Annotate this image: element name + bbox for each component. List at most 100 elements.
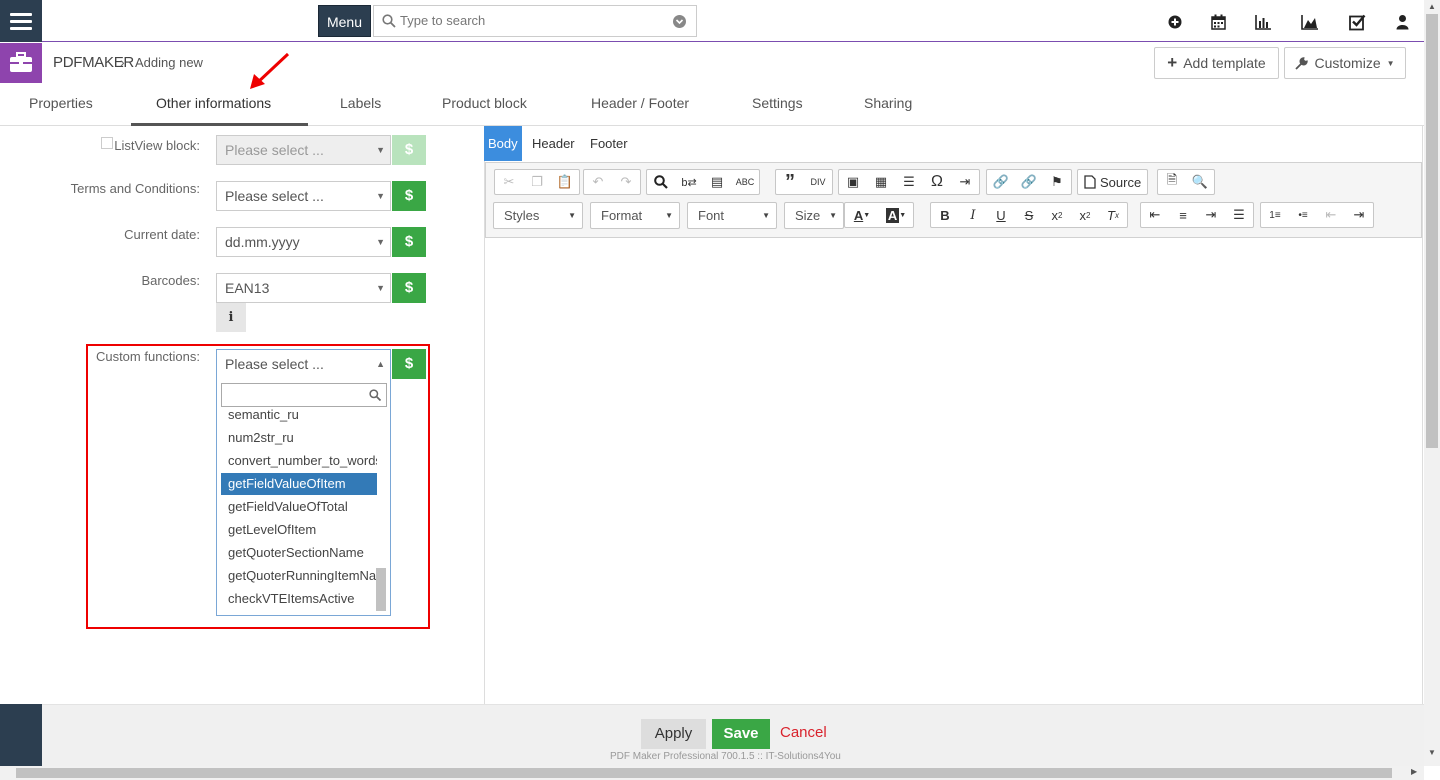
dropdown-option[interactable]: num2str_ru bbox=[221, 427, 377, 449]
dropdown-option[interactable]: getFieldValueOfTotal bbox=[221, 496, 377, 518]
checkbox-icon[interactable] bbox=[1349, 12, 1366, 32]
calendar-icon[interactable] bbox=[1211, 12, 1226, 32]
menu-button[interactable]: Menu bbox=[318, 5, 371, 37]
blockquote-icon[interactable]: ” bbox=[776, 170, 804, 194]
preview-icon[interactable]: 🔍 bbox=[1186, 170, 1214, 194]
search-input[interactable] bbox=[400, 13, 670, 28]
plus-circle-icon[interactable] bbox=[1168, 12, 1182, 32]
align-left-icon[interactable]: ⇤ bbox=[1141, 203, 1169, 227]
current-date-select[interactable]: dd.mm.yyyy ▼ bbox=[216, 227, 391, 257]
tab-product-block[interactable]: Product block bbox=[442, 95, 527, 111]
anchor-flag-icon[interactable]: ⚑ bbox=[1043, 170, 1071, 194]
create-div-icon[interactable]: DIV bbox=[804, 170, 832, 194]
chevron-down-icon[interactable] bbox=[673, 15, 686, 28]
underline-icon[interactable]: U bbox=[987, 203, 1015, 227]
cancel-link[interactable]: Cancel bbox=[780, 724, 827, 741]
dropdown-option[interactable]: getQuoterSectionName bbox=[221, 542, 377, 564]
format-combo[interactable]: Format ▼ bbox=[590, 202, 680, 229]
dropdown-scrollbar[interactable] bbox=[376, 568, 386, 611]
tab-other-informations[interactable]: Other informations bbox=[156, 95, 271, 111]
select-all-icon[interactable]: ▤ bbox=[703, 170, 731, 194]
barcodes-insert-button[interactable]: $ bbox=[392, 273, 426, 303]
editor-content-area[interactable] bbox=[485, 238, 1422, 704]
customize-button[interactable]: Customize ▼ bbox=[1284, 47, 1406, 79]
terms-insert-button[interactable]: $ bbox=[392, 181, 426, 211]
image-icon[interactable]: ▣ bbox=[839, 170, 867, 194]
dropdown-option[interactable]: checkVTEItemsActive bbox=[221, 588, 377, 610]
horizontal-scrollbar-thumb[interactable] bbox=[16, 768, 1392, 778]
templates-icon[interactable]: 🗎 bbox=[1158, 170, 1186, 194]
bold-icon[interactable]: B bbox=[931, 203, 959, 227]
bg-color-icon[interactable]: A ▼ bbox=[879, 203, 913, 227]
font-combo[interactable]: Font ▼ bbox=[687, 202, 777, 229]
apply-button[interactable]: Apply bbox=[641, 719, 706, 749]
italic-icon[interactable]: I bbox=[959, 203, 987, 227]
bar-chart-icon[interactable] bbox=[1255, 12, 1272, 32]
tab-sharing[interactable]: Sharing bbox=[864, 95, 912, 111]
replace-icon[interactable]: b⇄ bbox=[675, 170, 703, 194]
add-template-button[interactable]: + Add template bbox=[1154, 47, 1279, 79]
dropdown-option[interactable]: getQuoterRunningItemName bbox=[221, 565, 377, 587]
redo-icon[interactable]: ↷ bbox=[612, 170, 640, 194]
editor-tab-body[interactable]: Body bbox=[484, 126, 522, 161]
cut-icon[interactable]: ✂ bbox=[495, 170, 523, 194]
tab-settings[interactable]: Settings bbox=[752, 95, 803, 111]
page-break-icon[interactable]: ⇥ bbox=[951, 170, 979, 194]
horizontal-line-icon[interactable]: ☰ bbox=[895, 170, 923, 194]
info-icon[interactable]: i bbox=[216, 303, 246, 332]
dropdown-option[interactable]: convert_number_to_words bbox=[221, 450, 377, 472]
user-icon[interactable] bbox=[1396, 12, 1409, 32]
undo-icon[interactable]: ↶ bbox=[584, 170, 612, 194]
area-chart-icon[interactable] bbox=[1301, 12, 1319, 32]
barcodes-select[interactable]: EAN13 ▼ bbox=[216, 273, 391, 303]
find-group: b⇄ ▤ ABC bbox=[646, 169, 760, 195]
scroll-right-icon[interactable]: ▶ bbox=[1411, 767, 1417, 776]
global-search[interactable] bbox=[373, 5, 697, 37]
tab-properties[interactable]: Properties bbox=[29, 95, 93, 111]
spellcheck-icon[interactable]: ABC bbox=[731, 170, 759, 194]
align-group: ⇤ ≡ ⇥ ☰ bbox=[1140, 202, 1254, 228]
superscript-icon[interactable]: x2 bbox=[1071, 203, 1099, 227]
vertical-scrollbar-thumb[interactable] bbox=[1426, 14, 1438, 448]
align-right-icon[interactable]: ⇥ bbox=[1197, 203, 1225, 227]
editor-tab-header[interactable]: Header bbox=[528, 126, 579, 161]
subscript-icon[interactable]: x2 bbox=[1043, 203, 1071, 227]
indent-icon[interactable]: ⇥ bbox=[1345, 203, 1373, 227]
dropdown-option[interactable]: semantic_ru bbox=[221, 404, 377, 426]
table-icon[interactable]: ▦ bbox=[867, 170, 895, 194]
strikethrough-icon[interactable]: S bbox=[1015, 203, 1043, 227]
bulleted-list-icon[interactable]: •≡ bbox=[1289, 203, 1317, 227]
link-icon[interactable]: 🔗 bbox=[987, 170, 1015, 194]
numbered-list-icon[interactable]: 1≡ bbox=[1261, 203, 1289, 227]
special-char-icon[interactable]: Ω bbox=[923, 170, 951, 194]
tab-header-footer[interactable]: Header / Footer bbox=[591, 95, 689, 111]
search-icon bbox=[382, 14, 396, 28]
dropdown-option[interactable]: getLevelOfItem bbox=[221, 519, 377, 541]
dropdown-option-highlighted[interactable]: getFieldValueOfItem bbox=[221, 473, 377, 495]
size-combo[interactable]: Size ▼ bbox=[784, 202, 844, 229]
listview-checkbox[interactable] bbox=[101, 137, 113, 149]
align-center-icon[interactable]: ≡ bbox=[1169, 203, 1197, 227]
paste-icon[interactable]: 📋 bbox=[551, 170, 579, 194]
breadcrumb-current: Adding new bbox=[135, 55, 203, 70]
terms-select[interactable]: Please select ... ▼ bbox=[216, 181, 391, 211]
current-date-insert-button[interactable]: $ bbox=[392, 227, 426, 257]
save-button[interactable]: Save bbox=[712, 719, 770, 749]
find-icon[interactable] bbox=[647, 170, 675, 194]
copy-icon[interactable]: ❐ bbox=[523, 170, 551, 194]
outdent-icon[interactable]: ⇤ bbox=[1317, 203, 1345, 227]
tab-labels[interactable]: Labels bbox=[340, 95, 381, 111]
justify-icon[interactable]: ☰ bbox=[1225, 203, 1253, 227]
source-button[interactable]: Source bbox=[1077, 169, 1149, 195]
remove-format-icon[interactable]: Tx bbox=[1099, 203, 1127, 227]
hamburger-menu-icon[interactable] bbox=[0, 0, 42, 42]
styles-combo[interactable]: Styles ▼ bbox=[493, 202, 583, 229]
text-color-icon[interactable]: A ▼ bbox=[845, 203, 879, 227]
scroll-down-icon[interactable]: ▼ bbox=[1428, 748, 1436, 757]
scroll-up-icon[interactable]: ▲ bbox=[1428, 2, 1436, 11]
source-icon bbox=[1084, 175, 1096, 189]
editor-tab-footer[interactable]: Footer bbox=[586, 126, 632, 161]
unlink-icon[interactable]: 🔗 bbox=[1015, 170, 1043, 194]
caret-down-icon: ▼ bbox=[376, 283, 385, 293]
search-icon bbox=[369, 389, 381, 401]
